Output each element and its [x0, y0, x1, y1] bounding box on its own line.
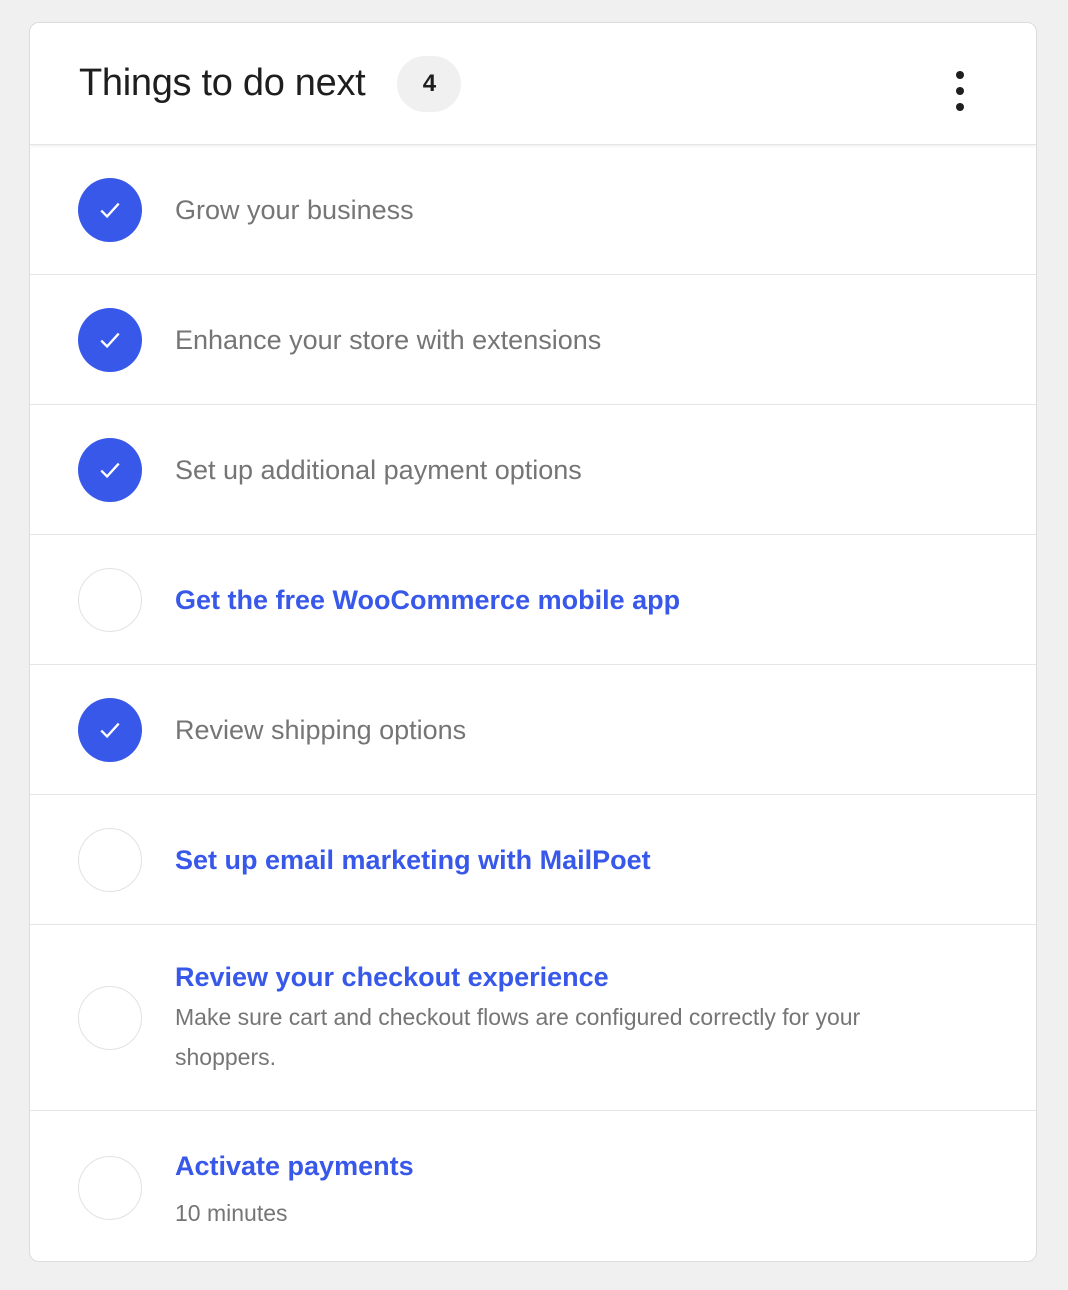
task-title: Review shipping options — [175, 714, 467, 745]
task-title: Review your checkout experience — [175, 961, 609, 992]
task-item-grow-business[interactable]: Grow your business — [30, 145, 1036, 275]
task-item-mobile-app[interactable]: Get the free WooCommerce mobile app — [30, 535, 1036, 665]
card-header: Things to do next 4 — [30, 23, 1036, 145]
task-time-estimate: 10 minutes — [175, 1200, 288, 1226]
task-item-extensions[interactable]: Enhance your store with extensions — [30, 275, 1036, 405]
task-status-complete — [78, 437, 142, 502]
task-status-complete — [78, 177, 142, 242]
task-title: Grow your business — [175, 194, 414, 225]
task-title: Enhance your store with extensions — [175, 324, 602, 355]
task-status-incomplete — [78, 985, 142, 1050]
task-title: Set up email marketing with MailPoet — [175, 844, 651, 875]
more-vertical-icon — [956, 71, 964, 79]
more-vertical-icon — [956, 87, 964, 95]
task-status-complete — [78, 697, 142, 762]
task-item-shipping[interactable]: Review shipping options — [30, 665, 1036, 795]
check-icon — [100, 202, 120, 218]
task-status-incomplete — [78, 567, 142, 632]
check-icon — [100, 332, 120, 348]
task-item-payment-options[interactable]: Set up additional payment options — [30, 405, 1036, 535]
task-title: Set up additional payment options — [175, 454, 582, 485]
card-title: Things to do next — [79, 62, 366, 104]
task-status-incomplete — [78, 827, 142, 892]
task-item-mailpoet[interactable]: Set up email marketing with MailPoet — [30, 795, 1036, 925]
more-vertical-icon — [956, 103, 964, 111]
more-options-button[interactable] — [940, 67, 980, 115]
task-status-incomplete — [78, 1156, 142, 1220]
check-icon — [100, 722, 120, 738]
task-list-card: Things to do next 4 Grow your business E… — [29, 22, 1037, 1262]
check-icon — [100, 462, 120, 478]
task-title: Get the free WooCommerce mobile app — [175, 584, 681, 615]
task-item-checkout[interactable]: Review your checkout experience Make sur… — [30, 925, 1036, 1111]
task-description: Make sure cart and checkout flows are co… — [175, 1003, 861, 1070]
task-count-badge: 4 — [397, 55, 462, 112]
task-item-activate-payments[interactable]: Activate payments 10 minutes — [30, 1111, 1036, 1261]
task-title: Activate payments — [175, 1151, 414, 1181]
task-status-complete — [78, 307, 142, 372]
